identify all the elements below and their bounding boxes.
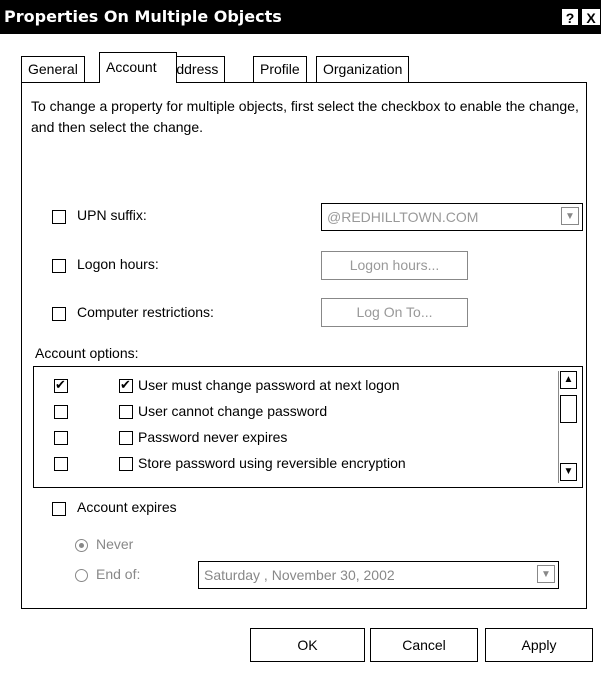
end-of-radio[interactable] — [75, 569, 88, 582]
end-of-label: End of: — [96, 566, 141, 582]
option-label: Password never expires — [138, 429, 288, 445]
tab-organization[interactable]: Organization — [316, 56, 410, 82]
account-options-label: Account options: — [35, 345, 139, 361]
close-button[interactable]: X — [581, 8, 601, 26]
end-date-picker[interactable]: Saturday , November 30, 2002 ▼ — [198, 561, 559, 589]
vertical-scrollbar[interactable]: ▲ ▼ — [558, 371, 578, 483]
tab-general[interactable]: General — [21, 56, 85, 82]
instructions-text: To change a property for multiple object… — [31, 98, 579, 135]
tab-account[interactable]: Account — [99, 52, 177, 83]
apply-button[interactable]: Apply — [485, 628, 593, 662]
option-checkbox[interactable] — [119, 405, 133, 419]
option-label: User cannot change password — [138, 403, 328, 419]
enable-change-checkbox[interactable] — [54, 457, 68, 471]
account-expires-checkbox[interactable] — [52, 502, 66, 516]
upn-suffix-checkbox[interactable] — [52, 210, 66, 224]
option-label: User must change password at next logon — [138, 377, 400, 393]
title-bar[interactable]: Properties On Multiple Objects ? X — [0, 0, 601, 34]
enable-change-checkbox[interactable] — [54, 431, 68, 445]
option-checkbox[interactable] — [119, 377, 133, 393]
never-label: Never — [96, 536, 134, 552]
computer-restrictions-checkbox[interactable] — [52, 307, 66, 321]
help-button[interactable]: ? — [561, 8, 579, 26]
end-date-value: Saturday , November 30, 2002 — [204, 567, 395, 583]
window-title: Properties On Multiple Objects — [4, 7, 282, 26]
enable-change-checkbox[interactable] — [54, 405, 68, 419]
upn-suffix-value: @REDHILLTOWN.COM — [327, 209, 479, 225]
tab-profile[interactable]: Profile — [253, 56, 307, 82]
chevron-down-icon[interactable]: ▼ — [537, 565, 555, 583]
log-on-to-button[interactable]: Log On To... — [321, 298, 468, 327]
account-options-list[interactable]: User must change password at next logon … — [33, 366, 583, 488]
logon-hours-checkbox[interactable] — [52, 259, 66, 273]
chevron-down-icon[interactable]: ▼ — [561, 207, 579, 225]
properties-dialog: Properties On Multiple Objects ? X Gener… — [0, 0, 601, 673]
scroll-thumb[interactable] — [560, 395, 577, 423]
option-label: Store password using reversible encrypti… — [138, 455, 406, 471]
logon-hours-button[interactable]: Logon hours... — [321, 251, 468, 280]
scroll-down-icon[interactable]: ▼ — [560, 463, 577, 481]
computer-restrictions-label: Computer restrictions: — [77, 304, 214, 320]
option-checkbox[interactable] — [119, 457, 133, 471]
account-expires-label: Account expires — [77, 499, 177, 515]
upn-suffix-label: UPN suffix: — [77, 207, 147, 223]
option-checkbox[interactable] — [119, 431, 133, 445]
never-radio[interactable] — [75, 539, 88, 552]
scroll-up-icon[interactable]: ▲ — [560, 371, 577, 389]
ok-button[interactable]: OK — [250, 628, 365, 662]
enable-change-checkbox[interactable] — [54, 377, 68, 393]
upn-suffix-combo[interactable]: @REDHILLTOWN.COM ▼ — [321, 203, 583, 231]
cancel-button[interactable]: Cancel — [370, 628, 478, 662]
logon-hours-label: Logon hours: — [77, 256, 159, 272]
